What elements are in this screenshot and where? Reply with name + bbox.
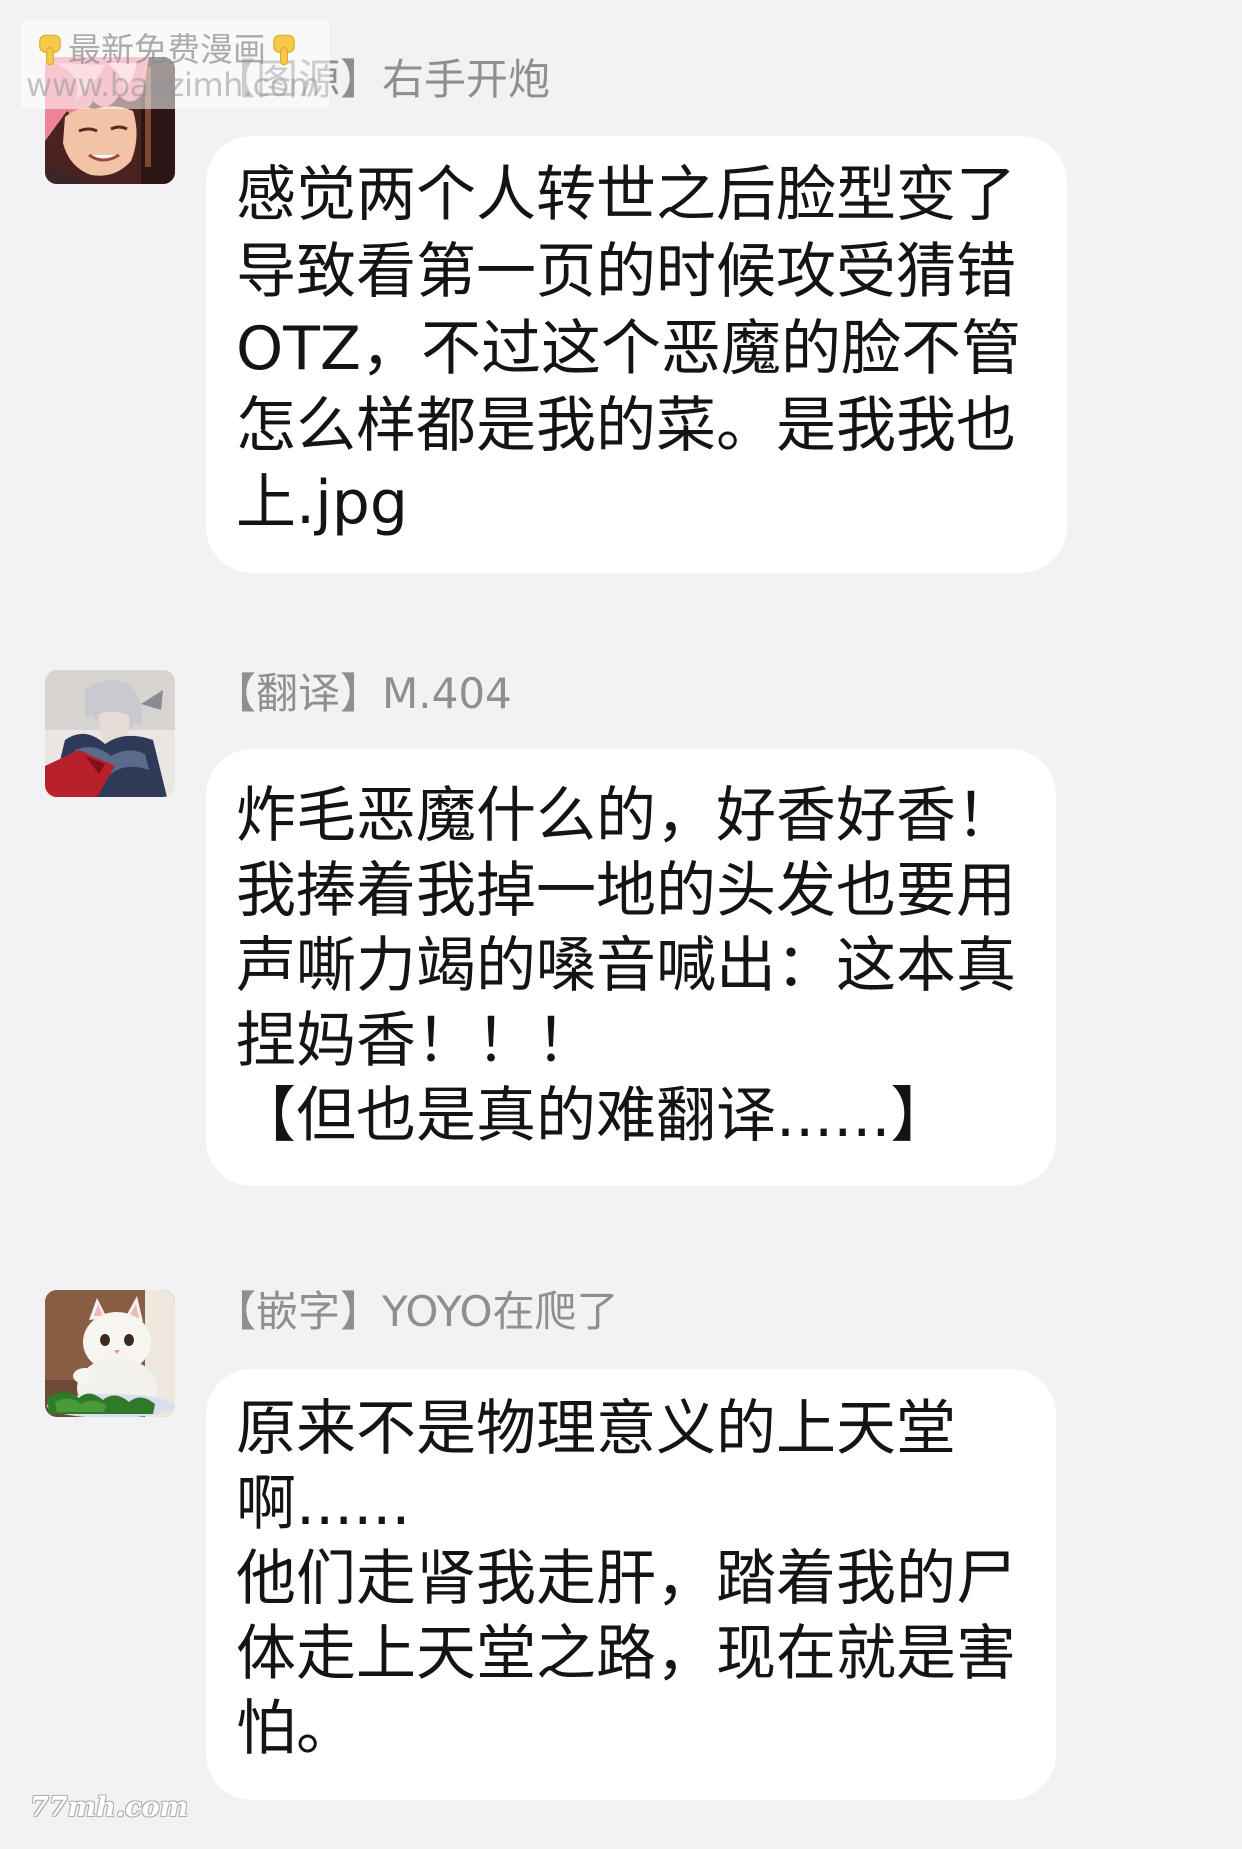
- sender-nickname: M.404: [382, 669, 512, 718]
- silver-haired-knight-avatar[interactable]: [45, 670, 175, 797]
- message-line: 导致看第一页的时候攻受猜错: [236, 237, 1016, 307]
- message-line: 【但也是真的难翻译......】: [236, 1081, 951, 1151]
- sender-role: 【嵌字】: [214, 1287, 383, 1336]
- sender-nickname: 右手开炮: [382, 55, 551, 104]
- avatar-image: [45, 1290, 175, 1417]
- pointing-down-hand-icon: [273, 34, 295, 66]
- message-line: 啊......: [236, 1469, 411, 1539]
- watermark-site: www.baozimh.com: [26, 66, 320, 104]
- sender-name[interactable]: 【翻译】M.404: [214, 669, 512, 719]
- pointing-down-hand-icon: [39, 34, 61, 66]
- sender-nickname: YOYO在爬了: [382, 1287, 619, 1336]
- sender-role: 【翻译】: [214, 669, 383, 718]
- message-line: 我捧着我掉一地的头发也要用: [236, 856, 1016, 926]
- white-cat-avatar[interactable]: [45, 1290, 175, 1417]
- watermark-text: 最新免费漫画: [68, 30, 266, 69]
- message-bubble: 炸毛恶魔什么的，好香好香！ 我捧着我掉一地的头发也要用 声嘶力竭的嗓音喊出：这本…: [206, 749, 1056, 1186]
- message-line: 炸毛恶魔什么的，好香好香！: [236, 781, 1016, 851]
- message-line: 上.jpg: [236, 468, 408, 538]
- message-line: 捏妈香！！！: [236, 1006, 596, 1076]
- message-line: OTZ，不过这个恶魔的脸不管: [236, 314, 1021, 384]
- watermark-bottom: 77mh.com: [30, 1792, 189, 1823]
- message-bubble: 感觉两个人转世之后脸型变了 导致看第一页的时候攻受猜错 OTZ，不过这个恶魔的脸…: [206, 136, 1067, 573]
- message-line: 感觉两个人转世之后脸型变了: [236, 160, 1016, 230]
- avatar-image: [45, 670, 175, 797]
- message-line: 声嘶力竭的嗓音喊出：这本真: [236, 931, 1016, 1001]
- message-line: 原来不是物理意义的上天堂: [236, 1394, 956, 1464]
- watermark-top: 最新免费漫画: [36, 31, 298, 69]
- message-bubble: 原来不是物理意义的上天堂 啊...... 他们走肾我走肝，踏着我的尸 体走上天堂…: [206, 1369, 1056, 1800]
- sender-name[interactable]: 【嵌字】YOYO在爬了: [214, 1287, 619, 1337]
- message-line: 他们走肾我走肝，踏着我的尸: [236, 1544, 1016, 1614]
- message-line: 怕。: [236, 1694, 356, 1764]
- message-line: 怎么样都是我的菜。是我我也: [236, 391, 1016, 461]
- message-line: 体走上天堂之路，现在就是害: [236, 1619, 1016, 1689]
